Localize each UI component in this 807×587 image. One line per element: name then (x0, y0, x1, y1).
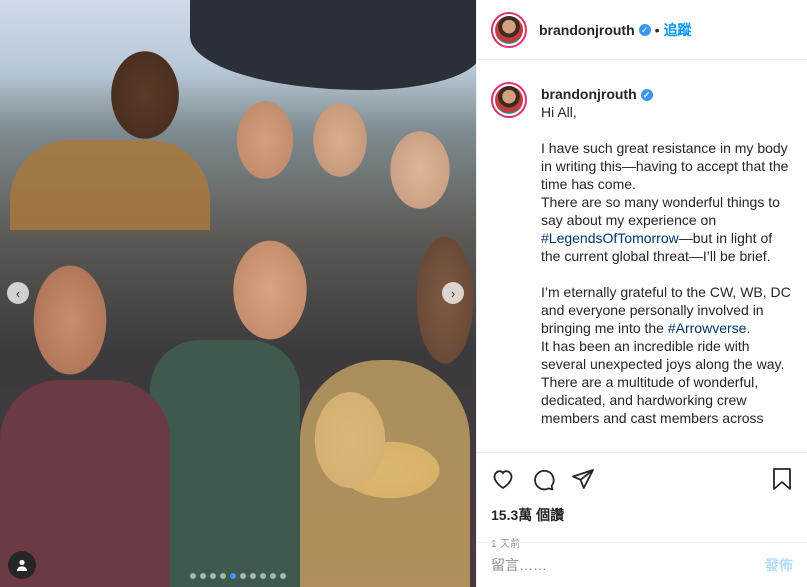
carousel-indicator (0, 573, 476, 579)
bookmark-icon[interactable] (771, 467, 793, 491)
comment-icon[interactable] (531, 467, 555, 491)
avatar[interactable] (491, 11, 527, 48)
carousel-dot (250, 573, 256, 579)
chevron-left-icon: ‹ (15, 285, 21, 301)
carousel-dot (200, 573, 206, 579)
heart-icon[interactable] (491, 467, 515, 491)
post-sidebar: brandonjrouth ✓ • 追蹤 brandonjrouth ✓ Hi Al… (476, 0, 807, 587)
carousel-dot (240, 573, 246, 579)
photo-detail (300, 360, 470, 587)
post-comment-button[interactable]: 發佈 (765, 555, 793, 575)
like-count[interactable]: 15.3萬 個讚 (491, 505, 793, 525)
avatar[interactable] (491, 82, 527, 118)
carousel-dot (210, 573, 216, 579)
comment-form: 發佈 (477, 542, 807, 587)
user-tag-icon (17, 559, 27, 571)
hashtag-link[interactable]: #LegendsOfTomorrow (541, 230, 679, 246)
carousel-dot (270, 573, 276, 579)
user-tag-button[interactable] (8, 551, 36, 579)
umbrella (190, 0, 476, 90)
caption-username[interactable]: brandonjrouth ✓ (541, 85, 791, 103)
carousel-dot (280, 573, 286, 579)
author-username[interactable]: brandonjrouth (539, 22, 635, 38)
hashtag-link[interactable]: #Arrowverse (668, 320, 747, 336)
carousel-dot (190, 573, 196, 579)
caption-body: Hi All, I have such great resistance in … (541, 104, 789, 228)
post-photo[interactable]: ‹ › (0, 0, 476, 587)
chevron-right-icon: › (450, 285, 456, 301)
photo-detail (10, 140, 210, 230)
separator: • (654, 21, 660, 38)
verified-badge-icon: ✓ (640, 89, 653, 101)
carousel-dot (220, 573, 226, 579)
carousel-dot (230, 573, 236, 579)
carousel-next-button[interactable]: › (442, 282, 464, 304)
post-dialog: ‹ › brandonjrouth ✓ • 追蹤 brandonjrouth ✓ H… (0, 0, 807, 587)
caption-area: brandonjrouth ✓ Hi All, I have such great … (477, 60, 807, 452)
carousel-prev-button[interactable]: ‹ (7, 282, 29, 304)
post-actions: 15.3萬 個讚 1 天前 發佈 (477, 452, 807, 587)
post-header: brandonjrouth ✓ • 追蹤 (477, 0, 807, 60)
share-icon[interactable] (571, 467, 595, 491)
action-icons (491, 463, 793, 495)
carousel-dot (260, 573, 266, 579)
follow-button[interactable]: 追蹤 (664, 20, 692, 40)
verified-badge-icon: ✓ (638, 23, 651, 36)
caption-text: brandonjrouth ✓ Hi All, I have such great … (541, 82, 791, 452)
photo-detail (150, 340, 300, 587)
comment-input[interactable] (491, 557, 765, 573)
